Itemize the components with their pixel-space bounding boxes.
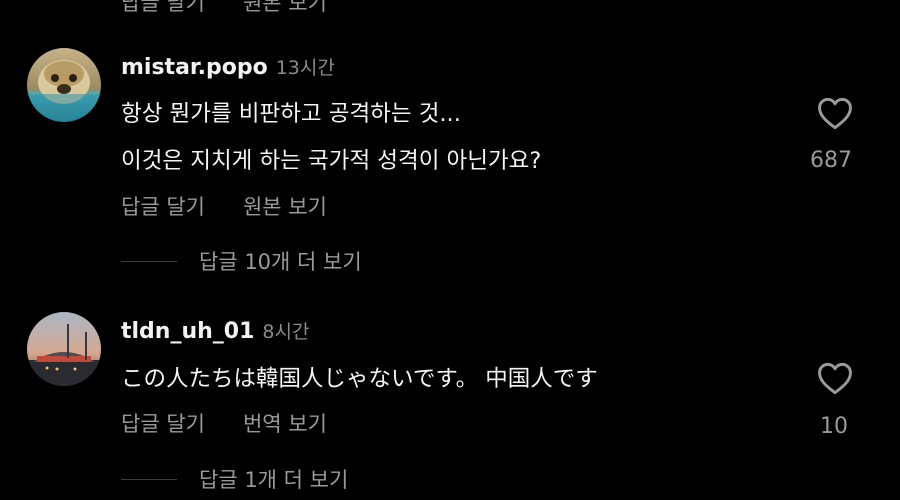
heart-outline-icon[interactable]: [816, 96, 854, 130]
comment-timestamp: 8시간: [262, 321, 310, 343]
username-text[interactable]: tldn_uh_01: [121, 319, 254, 344]
avatar-image: [27, 48, 101, 122]
username-text[interactable]: mistar.popo: [121, 55, 268, 80]
comment-text-line-1: この人たちは韓国人じゃないです。 中国人です: [121, 366, 598, 392]
avatar[interactable]: [27, 312, 101, 386]
comment-actions: 답글 달기 번역 보기: [121, 408, 327, 438]
comment-username[interactable]: tldn_uh_01 8시간: [121, 317, 309, 344]
view-more-replies-button[interactable]: 답글 10개 더 보기: [121, 246, 362, 276]
view-original-button[interactable]: 원본 보기: [243, 191, 327, 221]
reply-button[interactable]: 답글 달기: [121, 408, 205, 438]
comment-text-line-1: 항상 뭔가를 비판하고 공격하는 것...: [121, 101, 461, 127]
like-count: 687: [810, 148, 852, 173]
previous-comment-actions: 답글 달기 원본 보기: [121, 0, 327, 17]
comment-timestamp: 13시간: [275, 57, 335, 79]
like-count: 10: [820, 414, 848, 439]
comment-text-line-2: 이것은 지치게 하는 국가적 성격이 아닌가요?: [121, 148, 542, 174]
view-translation-button[interactable]: 번역 보기: [243, 408, 327, 438]
heart-outline-icon[interactable]: [816, 361, 854, 395]
avatar-image: [27, 312, 101, 386]
comment-username[interactable]: mistar.popo 13시간: [121, 53, 335, 80]
view-more-replies-label[interactable]: 답글 1개 더 보기: [199, 464, 348, 494]
view-more-replies-button[interactable]: 답글 1개 더 보기: [121, 464, 348, 494]
replies-divider-line: [121, 260, 177, 262]
comment-actions: 답글 달기 원본 보기: [121, 191, 327, 221]
replies-divider-line: [121, 478, 177, 480]
reply-button[interactable]: 답글 달기: [121, 191, 205, 221]
view-more-replies-label[interactable]: 답글 10개 더 보기: [199, 246, 362, 276]
view-original-button[interactable]: 원본 보기: [243, 0, 327, 17]
avatar[interactable]: [27, 48, 101, 122]
reply-button[interactable]: 답글 달기: [121, 0, 205, 17]
